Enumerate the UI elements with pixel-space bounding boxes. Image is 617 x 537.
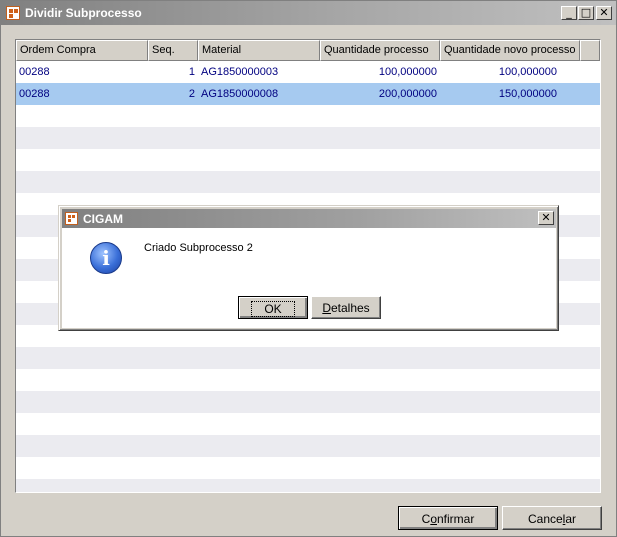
empty-row — [16, 105, 600, 127]
info-icon: i — [90, 242, 122, 274]
cigam-app-icon — [65, 212, 78, 225]
column-header-quantidade-novo-processo[interactable]: Quantidade novo processo — [440, 40, 580, 61]
cell-ordem-compra: 00288 — [19, 88, 50, 100]
column-header-quantidade-processo[interactable]: Quantidade processo — [320, 40, 440, 61]
window-titlebar[interactable]: Dividir Subprocesso _ □ ✕ — [1, 1, 616, 25]
table-row-selected[interactable]: 00288 2 AG1850000008 200,000000 150,0000… — [16, 83, 600, 105]
empty-row — [16, 457, 600, 479]
confirmar-accesskey: o — [430, 512, 437, 526]
cell-material: AG1850000008 — [201, 88, 279, 100]
cell-quantidade-processo: 100,000000 — [378, 66, 437, 78]
dialog-body: i Criado Subprocesso 2 OK Detalhes — [62, 228, 556, 328]
empty-row — [16, 435, 600, 457]
ok-button[interactable]: OK — [238, 296, 308, 319]
cancelar-label-pre: Cance — [527, 512, 563, 526]
empty-row — [16, 479, 600, 492]
cell-ordem-compra: 00288 — [19, 66, 50, 78]
cell-quantidade-novo-processo: 150,000000 — [498, 88, 557, 100]
cigam-app-icon — [6, 6, 20, 20]
column-header-ordem-compra[interactable]: Ordem Compra — [16, 40, 148, 61]
cell-quantidade-processo: 200,000000 — [378, 88, 437, 100]
cigam-message-dialog: CIGAM ✕ i Criado Subprocesso 2 OK Detalh… — [58, 205, 559, 331]
empty-row — [16, 347, 600, 369]
empty-row — [16, 413, 600, 435]
cancelar-button[interactable]: Cancelar — [502, 506, 602, 530]
close-button[interactable]: ✕ — [596, 6, 612, 20]
detalhes-button[interactable]: Detalhes — [311, 296, 381, 319]
dialog-titlebar[interactable]: CIGAM ✕ — [62, 209, 556, 228]
confirmar-label-pre: C — [421, 512, 431, 526]
grid-header: Ordem Compra Seq. Material Quantidade pr… — [16, 40, 600, 61]
confirmar-button[interactable]: Confirmar — [398, 506, 498, 530]
ok-label: OK — [251, 301, 295, 317]
table-row[interactable]: 00288 1 AG1850000003 100,000000 100,0000… — [16, 61, 600, 83]
dialog-close-button[interactable]: ✕ — [538, 211, 554, 225]
cancelar-label-post: ar — [565, 512, 577, 526]
dialog-title: CIGAM — [83, 212, 123, 226]
detalhes-label: etalhes — [330, 301, 370, 315]
minimize-button[interactable]: _ — [561, 6, 577, 20]
column-header-seq[interactable]: Seq. — [148, 40, 198, 61]
empty-row — [16, 127, 600, 149]
cell-seq: 1 — [188, 66, 195, 78]
empty-row — [16, 171, 600, 193]
cell-quantidade-novo-processo: 100,000000 — [498, 66, 557, 78]
empty-row — [16, 369, 600, 391]
confirmar-label-post: nfirmar — [437, 512, 475, 526]
detalhes-accesskey: D — [322, 301, 331, 315]
column-header-spacer — [580, 40, 600, 61]
dialog-message: Criado Subprocesso 2 — [144, 242, 253, 254]
cell-seq: 2 — [188, 88, 195, 100]
maximize-button[interactable]: □ — [578, 6, 594, 20]
window-title: Dividir Subprocesso — [25, 6, 142, 20]
empty-row — [16, 149, 600, 171]
cell-material: AG1850000003 — [201, 66, 279, 78]
column-header-material[interactable]: Material — [198, 40, 320, 61]
empty-row — [16, 391, 600, 413]
